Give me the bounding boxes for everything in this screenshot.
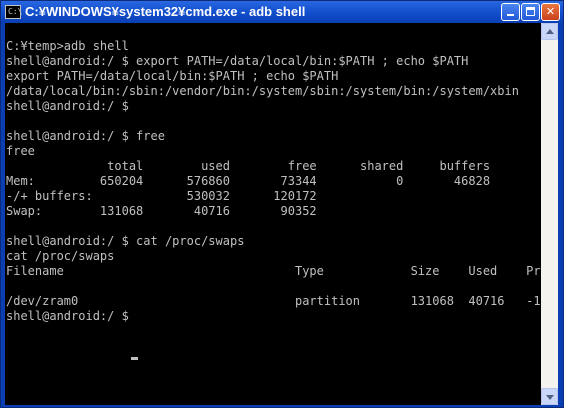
scroll-down-button[interactable] bbox=[541, 388, 558, 405]
console-window: C:\ C:¥WINDOWS¥system32¥cmd.exe - adb sh… bbox=[0, 0, 564, 408]
arrow-down-icon bbox=[546, 395, 554, 400]
console-output-area[interactable]: C:¥temp>adb shell shell@android:/ $ expo… bbox=[5, 23, 541, 405]
scroll-up-button[interactable] bbox=[541, 23, 558, 40]
arrow-up-icon bbox=[546, 29, 554, 34]
minimize-button[interactable] bbox=[501, 3, 520, 21]
maximize-button[interactable] bbox=[521, 3, 540, 21]
vertical-scrollbar[interactable] bbox=[541, 23, 558, 405]
scrollbar-track[interactable] bbox=[541, 40, 558, 388]
text-cursor bbox=[131, 357, 138, 360]
window-border-bottom bbox=[1, 405, 563, 407]
minimize-icon bbox=[507, 14, 514, 16]
maximize-icon bbox=[526, 7, 535, 16]
close-button[interactable]: ✕ bbox=[541, 3, 560, 21]
window-title: C:¥WINDOWS¥system32¥cmd.exe - adb shell bbox=[25, 4, 306, 19]
close-icon: ✕ bbox=[545, 5, 556, 18]
console-text: C:¥temp>adb shell shell@android:/ $ expo… bbox=[6, 39, 541, 323]
window-border-right bbox=[558, 23, 563, 405]
cmd-icon[interactable]: C:\ bbox=[5, 5, 22, 19]
title-bar[interactable]: C:\ C:¥WINDOWS¥system32¥cmd.exe - adb sh… bbox=[1, 1, 563, 23]
